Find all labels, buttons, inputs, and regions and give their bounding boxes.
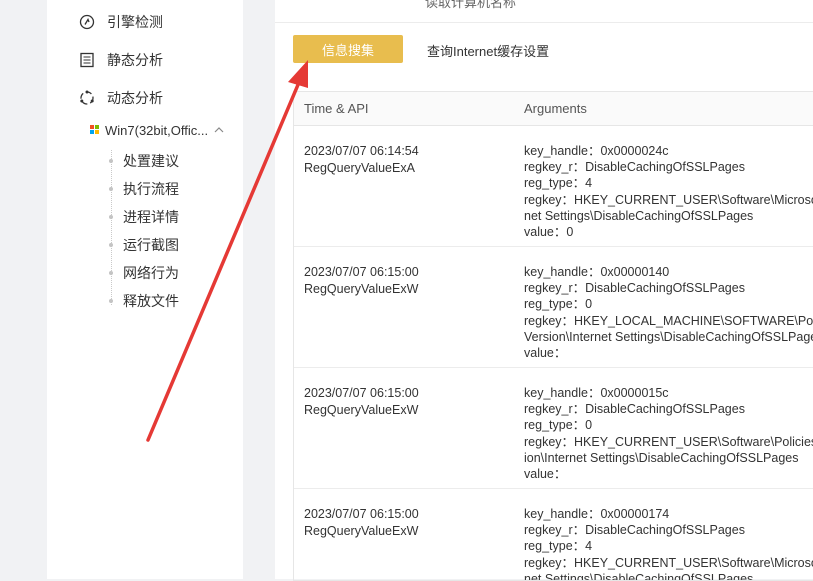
table-row: 2023/07/07 06:15:00 RegQueryValueExW key…: [294, 489, 813, 581]
bullet-icon: [109, 271, 113, 275]
arguments-cell: key_handle：0x00000140 regkey_r：DisableCa…: [524, 264, 813, 361]
timestamp: 2023/07/07 06:15:00: [304, 265, 419, 279]
arg-line: key_handle：0x00000174: [524, 507, 670, 521]
arg-line: reg_type：4: [524, 539, 593, 554]
arg-line: regkey：HKEY_CURRENT_USER\Software\Micros…: [524, 192, 813, 207]
info-collection-button[interactable]: 信息搜集: [293, 35, 403, 63]
sidebar-item-label: 静态分析: [107, 52, 163, 68]
arg-line: ion\Internet Settings\DisableCachingOfSS…: [524, 450, 799, 465]
arg-line: value：0: [524, 225, 574, 240]
env-label: Win7(32bit,Offic...: [105, 122, 209, 138]
divider: [275, 22, 813, 23]
sidebar-item-label: 引擎检测: [107, 14, 163, 30]
bullet-icon: [109, 243, 113, 247]
dynamic-analysis-icon: [79, 90, 95, 106]
arg-line: key_handle：0x00000140: [524, 265, 670, 279]
leaf-label: 处置建议: [123, 153, 179, 169]
arg-line: regkey_r：DisableCachingOfSSLPages: [524, 402, 745, 417]
leaf-label: 进程详情: [123, 209, 179, 225]
column-header-arguments: Arguments: [524, 101, 587, 116]
sidebar-leaf-dropped-files[interactable]: 释放文件: [109, 291, 179, 311]
arg-line: key_handle：0x0000015c: [524, 386, 669, 400]
arg-line: reg_type：0: [524, 297, 593, 312]
leaf-label: 执行流程: [123, 181, 179, 197]
engine-check-icon: [79, 14, 95, 30]
timestamp: 2023/07/07 06:15:00: [304, 386, 419, 400]
chevron-up-icon: [214, 127, 224, 133]
bullet-icon: [109, 187, 113, 191]
api-name: RegQueryValueExW: [304, 523, 419, 538]
sidebar-leaf-process-details[interactable]: 进程详情: [109, 207, 179, 227]
section-title: 查询Internet缓存设置: [427, 44, 550, 59]
sidebar-item-dynamic-analysis[interactable]: 动态分析: [79, 86, 163, 110]
arg-line: regkey：HKEY_CURRENT_USER\Software\Micros…: [524, 555, 813, 570]
leaf-label: 释放文件: [123, 293, 179, 309]
bullet-icon: [109, 215, 113, 219]
env-group-toggle[interactable]: Win7(32bit,Offic...: [90, 120, 224, 140]
arg-line: key_handle：0x0000024c: [524, 144, 669, 158]
sidebar-item-engine-check[interactable]: 引擎检测: [79, 10, 163, 34]
api-name: RegQueryValueExW: [304, 281, 419, 296]
bullet-icon: [109, 159, 113, 163]
arguments-cell: key_handle：0x00000174 regkey_r：DisableCa…: [524, 506, 813, 581]
table-row: 2023/07/07 06:15:00 RegQueryValueExW key…: [294, 247, 813, 368]
time-api-cell: 2023/07/07 06:15:00 RegQueryValueExW: [304, 264, 419, 297]
sidebar-leaf-network[interactable]: 网络行为: [109, 263, 179, 283]
arg-line: value：: [524, 346, 567, 361]
bullet-icon: [109, 299, 113, 303]
sidebar-item-label: 动态分析: [107, 90, 163, 106]
arguments-cell: key_handle：0x0000024c regkey_r：DisableCa…: [524, 143, 813, 240]
arg-line: reg_type：0: [524, 418, 593, 433]
arg-line: value：: [524, 467, 567, 482]
arg-line: regkey_r：DisableCachingOfSSLPages: [524, 281, 745, 296]
arg-line: Version\Internet Settings\DisableCaching…: [524, 329, 813, 344]
arg-line: regkey：HKEY_CURRENT_USER\Software\Polici…: [524, 434, 813, 449]
main-panel: 读取计算机名称 信息搜集 查询Internet缓存设置 Time & API A…: [275, 0, 813, 581]
arg-line: regkey_r：DisableCachingOfSSLPages: [524, 523, 745, 538]
arg-line: net Settings\DisableCachingOfSSLPages: [524, 208, 754, 223]
api-table[interactable]: Time & API Arguments 2023/07/07 06:14:54…: [293, 91, 813, 581]
previous-section-text: 读取计算机名称: [425, 0, 517, 10]
api-name: RegQueryValueExW: [304, 402, 419, 417]
table-header: Time & API Arguments: [294, 92, 813, 126]
windows-icon: [90, 125, 100, 135]
table-row: 2023/07/07 06:14:54 RegQueryValueExA key…: [294, 126, 813, 247]
arg-line: regkey_r：DisableCachingOfSSLPages: [524, 160, 745, 175]
leaf-label: 网络行为: [123, 265, 179, 281]
sidebar: 引擎检测 静态分析 动态分析 Win7(32bit,Offic... 处置建议 …: [47, 0, 243, 579]
api-name: RegQueryValueExA: [304, 160, 415, 175]
sidebar-item-static-analysis[interactable]: 静态分析: [79, 48, 163, 72]
timestamp: 2023/07/07 06:14:54: [304, 144, 419, 158]
column-header-time-api: Time & API: [304, 101, 369, 116]
static-analysis-icon: [79, 52, 95, 68]
arg-line: net Settings\DisableCachingOfSSLPages: [524, 571, 754, 581]
timestamp: 2023/07/07 06:15:00: [304, 507, 419, 521]
time-api-cell: 2023/07/07 06:14:54 RegQueryValueExA: [304, 143, 419, 176]
arg-line: regkey：HKEY_LOCAL_MACHINE\SOFTWARE\Polic…: [524, 313, 813, 328]
sidebar-leaf-remediation[interactable]: 处置建议: [109, 151, 179, 171]
arguments-cell: key_handle：0x0000015c regkey_r：DisableCa…: [524, 385, 813, 482]
time-api-cell: 2023/07/07 06:15:00 RegQueryValueExW: [304, 385, 419, 418]
sidebar-leaf-screenshots[interactable]: 运行截图: [109, 235, 179, 255]
leaf-label: 运行截图: [123, 237, 179, 253]
sidebar-leaf-execution-flow[interactable]: 执行流程: [109, 179, 179, 199]
arg-line: reg_type：4: [524, 176, 593, 191]
table-row: 2023/07/07 06:15:00 RegQueryValueExW key…: [294, 368, 813, 489]
time-api-cell: 2023/07/07 06:15:00 RegQueryValueExW: [304, 506, 419, 539]
